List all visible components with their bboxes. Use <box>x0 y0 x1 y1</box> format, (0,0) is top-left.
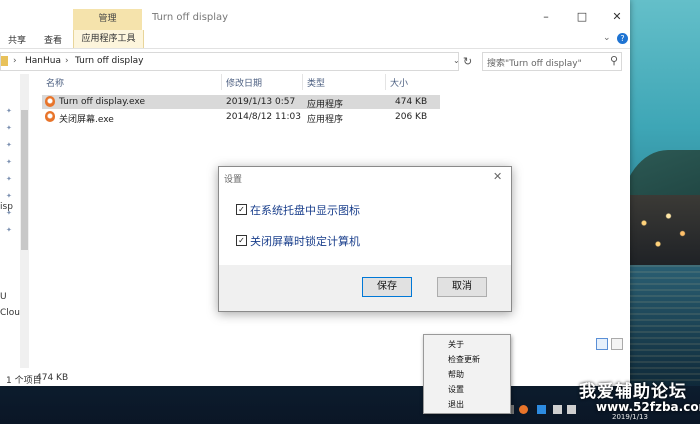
maximize-button[interactable]: □ <box>567 8 597 26</box>
save-button[interactable]: 保存 <box>362 277 412 297</box>
column-divider[interactable] <box>385 74 386 90</box>
file-date: 2019/1/13 0:57 <box>226 97 296 107</box>
file-type: 应用程序 <box>307 115 344 125</box>
address-bar[interactable]: › HanHua › Turn off display ⌄ <box>0 52 460 71</box>
close-button[interactable]: ✕ <box>602 8 632 26</box>
chevron-right-icon[interactable]: › <box>65 56 69 66</box>
cancel-button[interactable]: 取消 <box>437 277 487 297</box>
checkbox[interactable]: ✓ <box>236 235 247 246</box>
checkbox[interactable]: ✓ <box>236 204 247 215</box>
network-icon[interactable] <box>567 405 576 414</box>
file-row[interactable]: 关闭屏幕.exe 2014/8/12 11:03 应用程序 206 KB <box>42 110 440 125</box>
nav-item-partial[interactable]: Clou <box>0 308 20 318</box>
column-divider[interactable] <box>221 74 222 90</box>
details-view-icon[interactable] <box>596 338 608 350</box>
watermark-title: 我爱辅助论坛 <box>579 382 687 402</box>
file-size: 474 KB <box>395 97 428 107</box>
help-icon[interactable]: ? <box>617 33 628 44</box>
dialog-close-icon[interactable]: ✕ <box>493 170 502 183</box>
file-size: 206 KB <box>395 112 428 122</box>
tray-context-menu: 关于 检查更新 帮助 设置 退出 <box>423 334 511 414</box>
chevron-down-icon[interactable]: ⌄ <box>453 56 460 65</box>
tab-share[interactable]: 共享 <box>8 33 26 46</box>
pin-icon: ✦ <box>6 124 12 132</box>
file-name: Turn off display.exe <box>59 97 146 107</box>
search-icon[interactable]: ⚲ <box>610 54 618 67</box>
navigation-pane[interactable]: ✦ ✦ ✦ ✦ ✦ ✦ isp ✦ ✦ U Clou <box>0 74 20 368</box>
option-label: 关闭屏幕时锁定计算机 <box>250 235 360 248</box>
watermark-url: www.52fzba.com <box>596 400 700 414</box>
pin-icon: ✦ <box>6 175 12 183</box>
wallpaper-city <box>630 195 700 265</box>
column-date[interactable]: 修改日期 <box>226 76 262 89</box>
settings-dialog: 设置 ✕ ✓ 在系统托盘中显示图标 ✓ 关闭屏幕时锁定计算机 保存 取消 <box>218 166 512 312</box>
pin-icon: ✦ <box>6 141 12 149</box>
title-bar[interactable]: 管理 Turn off display – □ ✕ <box>0 0 630 30</box>
nav-scrollbar-thumb[interactable] <box>21 110 28 250</box>
window-title: Turn off display <box>152 12 229 23</box>
column-name[interactable]: 名称 <box>46 76 64 89</box>
breadcrumb-current[interactable]: Turn off display <box>75 56 143 66</box>
pin-icon: ✦ <box>6 209 12 217</box>
menu-item-help[interactable]: 帮助 <box>448 369 464 380</box>
column-size[interactable]: 大小 <box>390 76 408 89</box>
file-type: 应用程序 <box>307 100 344 110</box>
search-input[interactable]: 搜索"Turn off display" <box>487 56 582 69</box>
large-icons-view-icon[interactable] <box>611 338 623 350</box>
menu-item-about[interactable]: 关于 <box>448 339 464 350</box>
pin-icon: ✦ <box>6 192 12 200</box>
minimize-button[interactable]: – <box>531 8 561 26</box>
context-tab-manage[interactable]: 管理 <box>73 9 142 30</box>
breadcrumb-hanhua[interactable]: HanHua <box>25 56 61 66</box>
ribbon-tabs: 共享 查看 应用程序工具 ⌄ <box>0 30 630 49</box>
folder-icon <box>1 56 8 66</box>
pin-icon: ✦ <box>6 158 12 166</box>
status-bar: 1 个项目 474 KB <box>0 368 630 386</box>
tab-application-tools[interactable]: 应用程序工具 <box>73 30 144 48</box>
option-label: 在系统托盘中显示图标 <box>250 204 360 217</box>
pin-icon: ✦ <box>6 107 12 115</box>
exe-icon <box>45 111 55 122</box>
file-date: 2014/8/12 11:03 <box>226 112 301 122</box>
column-type[interactable]: 类型 <box>307 76 325 89</box>
tray-app-icon[interactable] <box>553 405 562 414</box>
turn-off-display-tray-icon[interactable] <box>519 405 528 414</box>
file-row[interactable]: Turn off display.exe 2019/1/13 0:57 应用程序… <box>42 95 440 110</box>
menu-item-exit[interactable]: 退出 <box>448 399 464 410</box>
column-divider[interactable] <box>302 74 303 90</box>
menu-item-check-updates[interactable]: 检查更新 <box>448 354 480 365</box>
bluetooth-icon[interactable] <box>537 405 546 414</box>
tab-view[interactable]: 查看 <box>44 33 62 46</box>
exe-icon <box>45 96 55 107</box>
search-box[interactable]: 搜索"Turn off display" ⚲ <box>482 52 622 71</box>
nav-item-partial[interactable]: U <box>0 292 7 302</box>
chevron-right-icon[interactable]: › <box>13 56 17 66</box>
file-name: 关闭屏幕.exe <box>59 115 114 125</box>
refresh-icon[interactable]: ↻ <box>463 55 472 68</box>
ribbon-expand-icon[interactable]: ⌄ <box>603 33 611 43</box>
pin-icon: ✦ <box>6 226 12 234</box>
dialog-title: 设置 <box>224 175 243 185</box>
dialog-footer: 保存 取消 <box>219 265 511 311</box>
taskbar-date[interactable]: 2019/1/13 <box>612 413 648 421</box>
menu-item-settings[interactable]: 设置 <box>448 384 464 395</box>
status-size: 474 KB <box>36 373 69 383</box>
